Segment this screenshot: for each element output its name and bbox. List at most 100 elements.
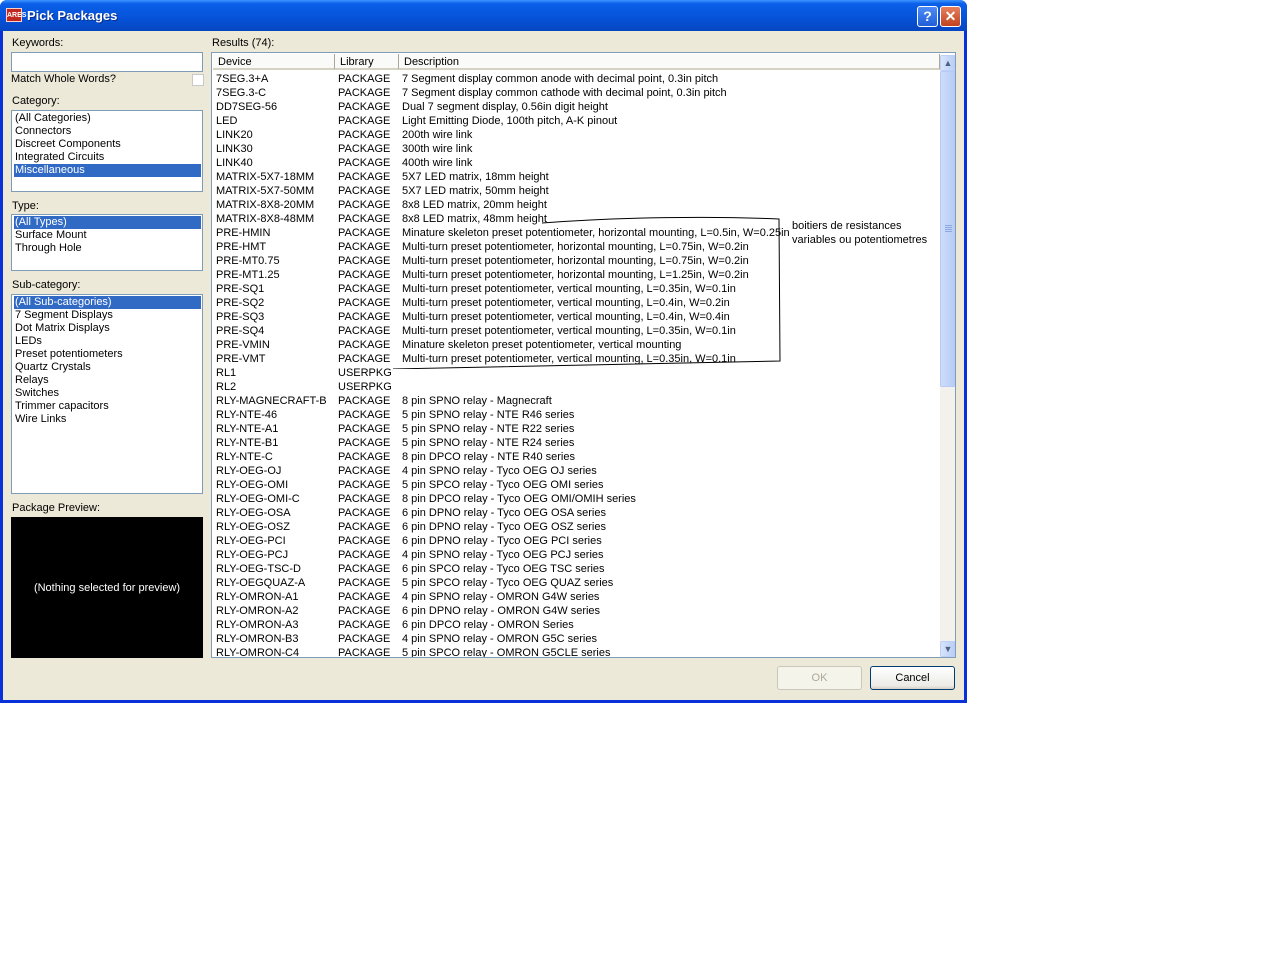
column-header-description[interactable]: Description [399, 54, 940, 70]
table-row[interactable]: PRE-SQ2 PACKAGE Multi-turn preset potentio… [212, 296, 940, 310]
subcategory-item[interactable]: 7 Segment Displays [14, 309, 201, 322]
category-item[interactable]: (All Categories) [14, 112, 201, 125]
scroll-thumb[interactable] [940, 71, 955, 387]
table-row[interactable]: RL1 USERPKG [212, 366, 940, 380]
category-item[interactable]: Integrated Circuits [14, 151, 201, 164]
table-row[interactable]: DD7SEG-56 PACKAGE Dual 7 segment display, … [212, 100, 940, 114]
table-row[interactable]: LED PACKAGE Light Emitting Diode, 100th pi… [212, 114, 940, 128]
table-row[interactable]: PRE-MT1.25 PACKAGE Multi-turn preset poten… [212, 268, 940, 282]
library-cell: PACKAGE [338, 633, 391, 645]
help-button[interactable]: ? [917, 6, 938, 27]
table-row[interactable]: PRE-MT0.75 PACKAGE Multi-turn preset poten… [212, 254, 940, 268]
device-cell: PRE-SQ3 [216, 311, 265, 323]
results-table[interactable]: Device Library Description 7SEG.3+A PACKA… [211, 52, 956, 658]
table-row[interactable]: RLY-OMRON-A2 PACKAGE 6 pin DPNO relay - OM… [212, 604, 940, 618]
subcategory-item[interactable]: Trimmer capacitors [14, 400, 201, 413]
scroll-up-icon[interactable]: ▲ [940, 55, 955, 71]
table-row[interactable]: RLY-NTE-C PACKAGE 8 pin DPCO relay - NTE R… [212, 450, 940, 464]
table-row[interactable]: RLY-MAGNECRAFT-B PACKAGE 8 pin SPNO relay … [212, 394, 940, 408]
table-row[interactable]: 7SEG.3+A PACKAGE 7 Segment display common … [212, 72, 940, 86]
table-row[interactable]: RLY-OMRON-A1 PACKAGE 4 pin SPNO relay - OM… [212, 590, 940, 604]
type-item[interactable]: Surface Mount [14, 229, 201, 242]
library-cell: PACKAGE [338, 185, 391, 197]
library-cell: PACKAGE [338, 339, 391, 351]
subcategory-list[interactable]: (All Sub-categories) 7 Segment Displays Do… [11, 294, 203, 494]
subcategory-item[interactable]: Quartz Crystals [14, 361, 201, 374]
close-icon[interactable]: ✕ [940, 6, 961, 27]
description-cell: Multi-turn preset potentiometer, vertica… [402, 283, 736, 295]
preview-placeholder-text: (Nothing selected for preview) [33, 582, 181, 594]
table-row[interactable]: RLY-OEG-PCJ PACKAGE 4 pin SPNO relay - Tyc… [212, 548, 940, 562]
table-row[interactable]: RLY-OEG-OSA PACKAGE 6 pin DPNO relay - Tyc… [212, 506, 940, 520]
subcategory-item[interactable]: Relays [14, 374, 201, 387]
column-header-device[interactable]: Device [213, 54, 335, 70]
table-row[interactable]: PRE-VMIN PACKAGE Minature skeleton preset … [212, 338, 940, 352]
category-item[interactable]: Connectors [14, 125, 201, 138]
table-row[interactable]: RLY-OMRON-B3 PACKAGE 4 pin SPNO relay - OM… [212, 632, 940, 646]
ok-button[interactable]: OK [777, 666, 862, 690]
table-row[interactable]: RLY-OEG-OMI PACKAGE 5 pin SPCO relay - Tyc… [212, 478, 940, 492]
table-row[interactable]: RLY-NTE-46 PACKAGE 5 pin SPNO relay - NTE … [212, 408, 940, 422]
table-row[interactable]: RL2 USERPKG [212, 380, 940, 394]
description-cell: 5X7 LED matrix, 18mm height [402, 171, 549, 183]
library-cell: USERPKG [338, 381, 392, 393]
table-row[interactable]: LINK30 PACKAGE 300th wire link [212, 142, 940, 156]
table-row[interactable]: 7SEG.3-C PACKAGE 7 Segment display common … [212, 86, 940, 100]
description-cell: 200th wire link [402, 129, 473, 141]
category-item[interactable]: Discreet Components [14, 138, 201, 151]
table-row[interactable]: PRE-SQ1 PACKAGE Multi-turn preset potentio… [212, 282, 940, 296]
keywords-label: Keywords: [12, 37, 64, 49]
type-item[interactable]: Through Hole [14, 242, 201, 255]
device-cell: MATRIX-8X8-48MM [216, 213, 315, 225]
grip-line [945, 225, 952, 226]
table-row[interactable]: LINK20 PACKAGE 200th wire link [212, 128, 940, 142]
description-cell: 8 pin SPNO relay - Magnecraft [402, 395, 552, 407]
library-cell: PACKAGE [338, 619, 391, 631]
table-row[interactable]: RLY-OEG-OJ PACKAGE 4 pin SPNO relay - Tyco… [212, 464, 940, 478]
cancel-button[interactable]: Cancel [870, 666, 955, 690]
device-cell: LINK20 [216, 129, 253, 141]
table-row[interactable]: PRE-SQ4 PACKAGE Multi-turn preset potentio… [212, 324, 940, 338]
device-cell: MATRIX-8X8-20MM [216, 199, 315, 211]
table-row[interactable]: RLY-OEGQUAZ-A PACKAGE 5 pin SPCO relay - T… [212, 576, 940, 590]
category-item[interactable]: Miscellaneous [14, 164, 201, 177]
type-item[interactable]: (All Types) [14, 216, 201, 229]
table-row[interactable]: MATRIX-5X7-18MM PACKAGE 5X7 LED matrix, 18… [212, 170, 940, 184]
table-row[interactable]: RLY-OEG-OMI-C PACKAGE 8 pin DPCO relay - T… [212, 492, 940, 506]
category-list[interactable]: (All Categories) Connectors Discreet Compo… [11, 110, 203, 192]
table-row[interactable]: RLY-OMRON-C4 PACKAGE 5 pin SPCO relay - OM… [212, 646, 940, 657]
table-row[interactable]: LINK40 PACKAGE 400th wire link [212, 156, 940, 170]
table-row[interactable]: RLY-OMRON-A3 PACKAGE 6 pin DPCO relay - OM… [212, 618, 940, 632]
table-row[interactable]: RLY-NTE-A1 PACKAGE 5 pin SPNO relay - NTE … [212, 422, 940, 436]
table-row[interactable]: PRE-VMT PACKAGE Multi-turn preset potentio… [212, 352, 940, 366]
keywords-input[interactable] [11, 52, 203, 72]
device-cell: PRE-SQ4 [216, 325, 265, 337]
device-cell: RL2 [216, 381, 237, 393]
results-scrollbar[interactable]: ▲ ▼ [940, 55, 955, 657]
table-row[interactable]: PRE-SQ3 PACKAGE Multi-turn preset potentio… [212, 310, 940, 324]
library-cell: PACKAGE [338, 535, 391, 547]
table-row[interactable]: RLY-NTE-B1 PACKAGE 5 pin SPNO relay - NTE … [212, 436, 940, 450]
table-row[interactable]: RLY-OEG-OSZ PACKAGE 6 pin DPNO relay - Tyc… [212, 520, 940, 534]
subcategory-item[interactable]: Preset potentiometers [14, 348, 201, 361]
device-cell: RLY-OMRON-A1 [216, 591, 299, 603]
column-header-library[interactable]: Library [335, 54, 399, 70]
subcategory-item[interactable]: (All Sub-categories) [14, 296, 201, 309]
table-row[interactable]: RLY-OEG-PCI PACKAGE 6 pin DPNO relay - Tyc… [212, 534, 940, 548]
subcategory-item[interactable]: Dot Matrix Displays [14, 322, 201, 335]
type-list[interactable]: (All Types) Surface Mount Through Hole [11, 214, 203, 271]
subcategory-item[interactable]: LEDs [14, 335, 201, 348]
table-row[interactable]: MATRIX-8X8-20MM PACKAGE 8x8 LED matrix, 20… [212, 198, 940, 212]
description-cell: 8 pin DPCO relay - Tyco OEG OMI/OMIH ser… [402, 493, 636, 505]
table-row[interactable]: MATRIX-5X7-50MM PACKAGE 5X7 LED matrix, 50… [212, 184, 940, 198]
grip-line [945, 231, 952, 232]
title-bar[interactable]: ARES Pick Packages ? ✕ [0, 0, 967, 31]
scroll-down-icon[interactable]: ▼ [940, 641, 955, 657]
library-cell: USERPKG [338, 367, 392, 379]
description-cell: Light Emitting Diode, 100th pitch, A-K p… [402, 115, 618, 127]
subcategory-item[interactable]: Switches [14, 387, 201, 400]
subcategory-item[interactable]: Wire Links [14, 413, 201, 426]
match-whole-words-checkbox[interactable] [192, 74, 204, 86]
library-cell: PACKAGE [338, 283, 391, 295]
table-row[interactable]: RLY-OEG-TSC-D PACKAGE 6 pin SPCO relay - T… [212, 562, 940, 576]
